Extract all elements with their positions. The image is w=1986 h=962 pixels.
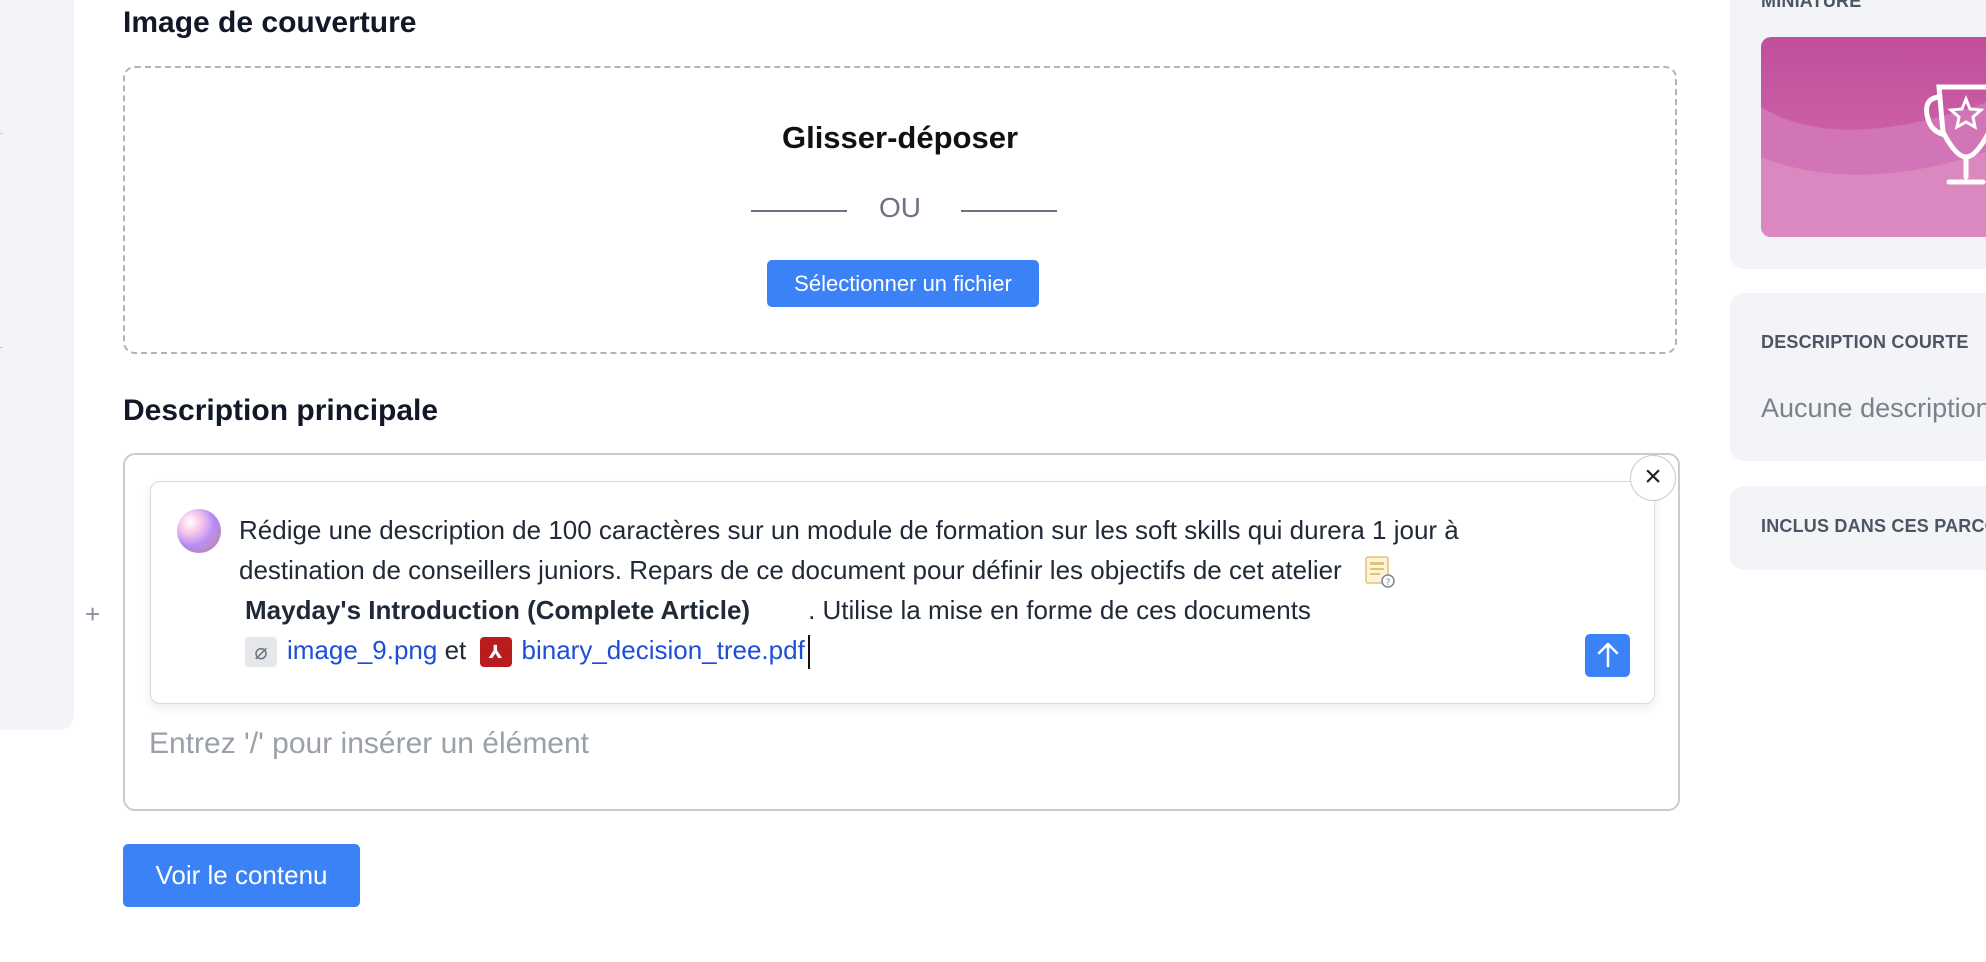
ai-prompt-input[interactable]: Rédige une description de 100 caractères… xyxy=(239,510,1549,670)
description-section-title: Description principale xyxy=(123,394,439,427)
short-description-card: DESCRIPTION COURTE Aucune description xyxy=(1730,293,1986,461)
sidebar-divider xyxy=(0,133,3,134)
left-sidebar: ses xyxy=(0,0,74,730)
thumbnail-card: MINIATURE xyxy=(1730,0,1986,269)
close-icon[interactable]: × xyxy=(1630,455,1676,501)
document-icon: ? xyxy=(1364,555,1396,589)
attached-file-pdf[interactable]: binary_decision_tree.pdf xyxy=(522,635,805,665)
included-in-paths-card: INCLUS DANS CES PARCOURS xyxy=(1730,486,1986,570)
referenced-document[interactable]: Mayday's Introduction (Complete Article) xyxy=(245,595,750,625)
dropzone-title: Glisser-déposer xyxy=(781,120,1019,155)
prompt-text: Rédige une description de 100 caractères… xyxy=(239,515,1459,585)
file-dropzone[interactable]: Glisser-déposer OU Sélectionner un fichi… xyxy=(123,66,1677,354)
text-caret xyxy=(807,635,810,670)
short-description-label: DESCRIPTION COURTE xyxy=(1761,332,1969,352)
included-in-paths-label: INCLUS DANS CES PARCOURS xyxy=(1761,516,1986,536)
editor-placeholder: Entrez '/' pour insérer un élément xyxy=(149,727,590,760)
ai-prompt-card[interactable]: Rédige une description de 100 caractères… xyxy=(150,481,1655,704)
short-description-value[interactable]: Aucune description xyxy=(1761,393,1986,424)
connector-text: et xyxy=(444,635,467,665)
sidebar-divider xyxy=(0,347,3,348)
pdf-icon: ⅄ xyxy=(479,637,512,668)
select-file-button[interactable]: Sélectionner un fichier xyxy=(767,260,1039,307)
attached-file-image[interactable]: image_9.png xyxy=(287,635,437,665)
prompt-text: . Utilise la mise en forme de ces docume… xyxy=(808,595,1311,625)
thumbnail-label: MINIATURE xyxy=(1761,0,1862,11)
view-content-button[interactable]: Voir le contenu xyxy=(123,844,360,907)
svg-text:?: ? xyxy=(1385,578,1390,588)
send-arrow-up-icon[interactable] xyxy=(1585,634,1630,677)
or-divider-right xyxy=(961,210,1057,212)
ai-assistant-icon xyxy=(177,509,221,553)
paperclip-icon: ⌀ xyxy=(245,637,277,668)
or-label: OU xyxy=(879,192,921,223)
thumbnail-image[interactable] xyxy=(1761,37,1986,237)
add-block-icon[interactable]: + xyxy=(85,601,100,627)
cover-section-title: Image de couverture xyxy=(123,6,417,39)
